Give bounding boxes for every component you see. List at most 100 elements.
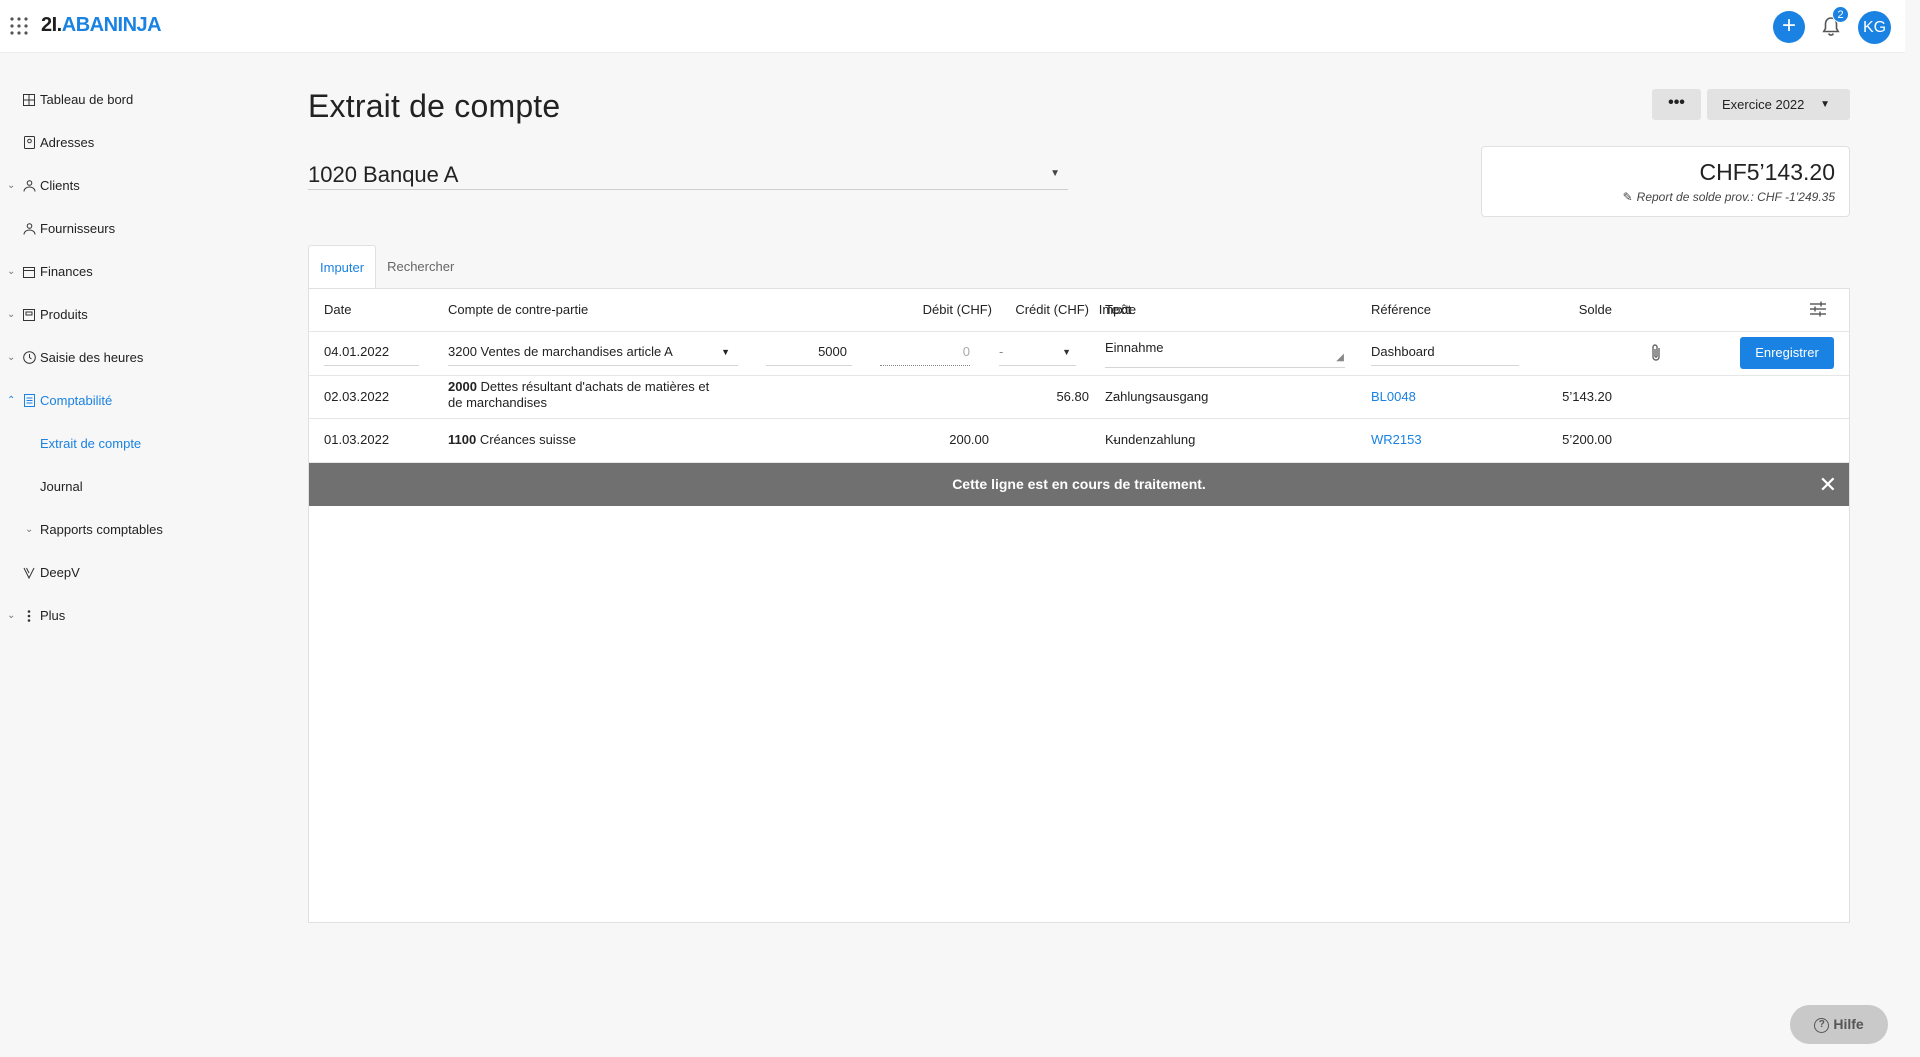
column-header-debit: Débit (CHF) — [922, 302, 992, 317]
balance-note-text: Report de solde prov.: CHF -1’249.35 — [1636, 190, 1835, 204]
sidebar: Tableau de bord Adresses ⌄ Clients Fourn… — [0, 78, 290, 637]
row-text: Zahlungsausgang — [1105, 389, 1209, 404]
processing-banner: Cette ligne est en cours de traitement. … — [309, 463, 1849, 506]
chevron-down-icon: ⌄ — [25, 524, 34, 535]
column-header-balance: Solde — [1578, 302, 1612, 317]
balance-amount: CHF5’143.20 — [1699, 159, 1835, 185]
sidebar-item-label: Produits — [40, 307, 88, 322]
text-textarea[interactable]: Einnahme ◢ — [1105, 335, 1345, 368]
dashboard-icon — [22, 93, 36, 107]
save-button[interactable]: Enregistrer — [1740, 337, 1834, 369]
table-header: Date Compte de contre-partie Débit (CHF)… — [309, 289, 1849, 332]
date-input[interactable]: 04.01.2022 — [324, 338, 419, 366]
sidebar-item-accounting-reports[interactable]: ⌄ Rapports comptables — [0, 508, 290, 551]
sidebar-item-label: Journal — [40, 479, 83, 494]
sidebar-item-suppliers[interactable]: Fournisseurs — [0, 207, 290, 250]
caret-down-icon: ▼ — [1062, 347, 1071, 357]
sidebar-item-more[interactable]: ⌄ Plus — [0, 594, 290, 637]
page-title: Extrait de compte — [308, 88, 561, 124]
tax-select-value: - — [999, 344, 1004, 359]
attachment-paperclip-icon[interactable] — [1649, 343, 1663, 366]
row-debit: 200.00 — [949, 432, 989, 447]
caret-down-icon: ▼ — [721, 347, 730, 357]
row-reference-link[interactable]: WR2153 — [1371, 432, 1422, 447]
credit-input[interactable]: 0 — [880, 338, 970, 366]
sidebar-item-products[interactable]: ⌄ Produits — [0, 293, 290, 336]
create-button[interactable]: + — [1773, 11, 1805, 43]
sidebar-item-finances[interactable]: ⌄ Finances — [0, 250, 290, 293]
balance-carryover-note: ✎ Report de solde prov.: CHF -1’249.35 — [1623, 190, 1835, 204]
clock-icon — [22, 351, 36, 365]
top-bar: 2I.ABANINJA + 2 KG — [0, 0, 1905, 53]
balance-card: CHF5’143.20 ✎ Report de solde prov.: CHF … — [1481, 146, 1850, 217]
reference-input[interactable]: Dashboard — [1371, 338, 1519, 366]
chevron-down-icon: ⌄ — [7, 610, 16, 621]
users-icon — [22, 222, 36, 236]
apps-grid-icon[interactable] — [10, 17, 28, 35]
counter-account-select[interactable]: 3200 Ventes de marchandises article A ▼ — [448, 338, 738, 366]
app-logo[interactable]: 2I.ABANINJA — [41, 14, 162, 37]
chevron-down-icon: ⌄ — [7, 266, 16, 277]
sidebar-item-clients[interactable]: ⌄ Clients — [0, 164, 290, 207]
sidebar-item-addresses[interactable]: Adresses — [0, 121, 290, 164]
column-header-date: Date — [324, 302, 352, 317]
row-counter-account: 1100 Créances suisse — [448, 432, 576, 447]
resize-handle-icon[interactable]: ◢ — [1336, 345, 1344, 371]
processing-banner-text: Cette ligne est en cours de traitement. — [952, 476, 1206, 492]
sidebar-item-label: Plus — [40, 608, 66, 623]
sidebar-item-accounting[interactable]: ⌃ Comptabilité — [0, 379, 290, 422]
row-account-name: Dettes résultant d'achats de matières et — [480, 379, 710, 394]
row-date: 01.03.2022 — [324, 432, 390, 447]
tab-search[interactable]: Rechercher — [376, 245, 465, 288]
notification-badge: 2 — [1832, 6, 1849, 23]
box-icon — [22, 308, 36, 322]
chevron-down-icon: ⌄ — [7, 180, 16, 191]
sidebar-item-label: Extrait de compte — [40, 436, 142, 451]
sidebar-item-time-tracking[interactable]: ⌄ Saisie des heures — [0, 336, 290, 379]
debit-input[interactable]: 5000 — [766, 338, 852, 366]
column-header-text: Texte — [1105, 302, 1137, 317]
more-options-button[interactable]: ••• — [1652, 89, 1701, 120]
sidebar-item-account-statement[interactable]: Extrait de compte — [0, 422, 290, 465]
statement-table: Date Compte de contre-partie Débit (CHF)… — [308, 288, 1850, 923]
sidebar-item-deepv[interactable]: DeepV — [0, 551, 290, 594]
row-balance: 5’143.20 — [1562, 389, 1612, 404]
column-settings-icon[interactable] — [1809, 300, 1827, 321]
row-account-name: Créances suisse — [479, 432, 576, 447]
tab-post[interactable]: Imputer — [308, 245, 377, 288]
caret-down-icon: ▼ — [1820, 99, 1830, 110]
account-select[interactable]: 1020 Banque A ▼ — [308, 160, 1068, 190]
column-header-reference: Référence — [1371, 302, 1431, 317]
row-reference-link[interactable]: BL0048 — [1371, 389, 1416, 404]
table-row[interactable]: 02.03.2022 2000 Dettes résultant d'achat… — [309, 376, 1849, 419]
sidebar-item-label: Finances — [40, 264, 93, 279]
ledger-icon — [22, 394, 36, 408]
sidebar-item-dashboard[interactable]: Tableau de bord — [0, 78, 290, 121]
row-balance: 5’200.00 — [1562, 432, 1612, 447]
sidebar-item-label: Comptabilité — [40, 393, 113, 408]
user-avatar[interactable]: KG — [1858, 11, 1891, 44]
chevron-down-icon: ⌄ — [7, 309, 16, 320]
logo-number: 2I. — [41, 14, 62, 36]
edit-row: 04.01.2022 3200 Ventes de marchandises a… — [309, 332, 1849, 376]
help-icon: ? — [1814, 1017, 1830, 1033]
table-row[interactable]: 01.03.2022 1100 Créances suisse 200.00 -… — [309, 419, 1849, 463]
row-account-number: 1100 — [448, 432, 477, 447]
tax-select[interactable]: - ▼ — [999, 338, 1076, 366]
sidebar-item-journal[interactable]: Journal — [0, 465, 290, 508]
close-icon[interactable]: ✕ — [1819, 463, 1837, 506]
fiscal-year-label: Exercice 2022 — [1722, 97, 1805, 112]
sidebar-item-label: Saisie des heures — [40, 350, 144, 365]
deepv-icon — [22, 566, 36, 580]
caret-down-icon: ▼ — [1050, 168, 1060, 179]
address-book-icon — [22, 136, 36, 150]
help-button[interactable]: ? Hilfe — [1790, 1005, 1888, 1044]
sidebar-item-label: Clients — [40, 178, 80, 193]
fiscal-year-dropdown[interactable]: Exercice 2022 ▼ — [1707, 89, 1850, 120]
chevron-up-icon: ⌃ — [7, 395, 16, 406]
logo-brand: ABANINJA — [61, 14, 162, 36]
help-label: Hilfe — [1833, 1016, 1864, 1032]
sidebar-item-label: Adresses — [40, 135, 95, 150]
pencil-icon[interactable]: ✎ — [1623, 190, 1633, 204]
counter-account-value: 3200 Ventes de marchandises article A — [448, 344, 673, 359]
